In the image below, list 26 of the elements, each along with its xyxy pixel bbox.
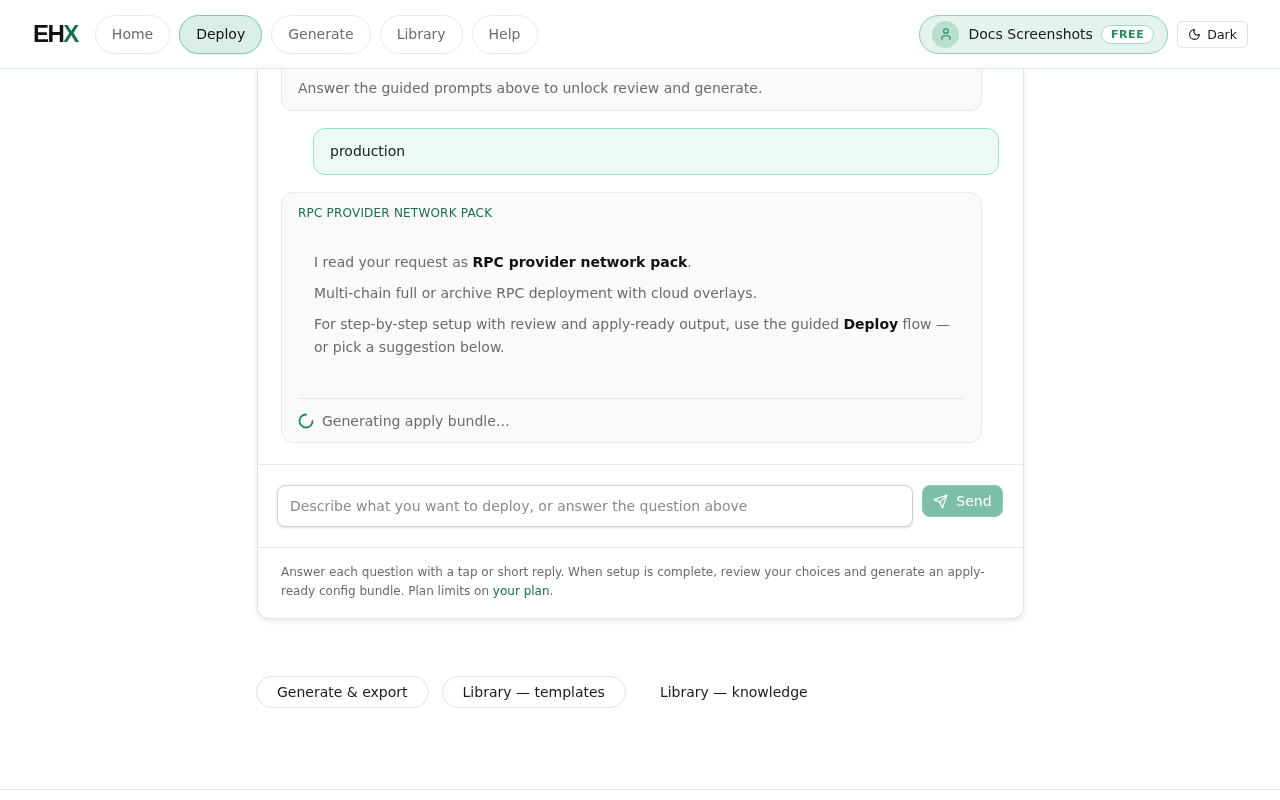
- nav-tab[interactable]: Home: [94, 14, 171, 54]
- reply-paragraph: For step-by-step setup with review and apply-ready output, use the guided Deploy flow — or pick a suggestion below.: [314, 315, 951, 357]
- status-text: Generating apply bundle…: [322, 412, 510, 431]
- suggestion-chip[interactable]: Generate & export: [256, 676, 429, 708]
- reply-paragraph: Multi-chain full or archive RPC deployment with cloud overlays.: [314, 284, 759, 303]
- logo[interactable]: EHX: [33, 20, 78, 48]
- message-input[interactable]: Describe what you want to deploy, or answer the question above: [277, 485, 913, 527]
- user-avatar-icon: [932, 20, 960, 48]
- account-button[interactable]: Docs Screenshots FREE: [919, 14, 1169, 54]
- nav-tab[interactable]: Help: [471, 14, 538, 54]
- reply-paragraph: I read your request as RPC provider network pack.: [314, 253, 693, 272]
- reply-title: RPC PROVIDER NETWORK PACK: [298, 205, 494, 222]
- nav-tab[interactable]: Library: [379, 14, 463, 54]
- user-message: production: [313, 128, 999, 175]
- nav-tab[interactable]: Deploy: [179, 14, 263, 54]
- help-note: Answer each question with a tap or short reply. When setup is complete, review your choices and generate an apply-ready config bundle. Plan limits on your plan.: [280, 564, 986, 600]
- nav-tab[interactable]: Generate: [271, 14, 371, 54]
- spinner-icon: [298, 413, 314, 429]
- plan-link[interactable]: your plan: [492, 584, 550, 598]
- theme-toggle-button[interactable]: Dark: [1177, 20, 1248, 48]
- account-name: Docs Screenshots: [968, 26, 1093, 42]
- assistant-note: Answer the guided prompts above to unlock review and generate.: [281, 69, 982, 111]
- send-icon: [933, 493, 949, 509]
- suggestion-chip[interactable]: Library — templates: [441, 676, 626, 708]
- moon-icon: [1188, 27, 1202, 41]
- plan-badge: FREE: [1100, 24, 1155, 44]
